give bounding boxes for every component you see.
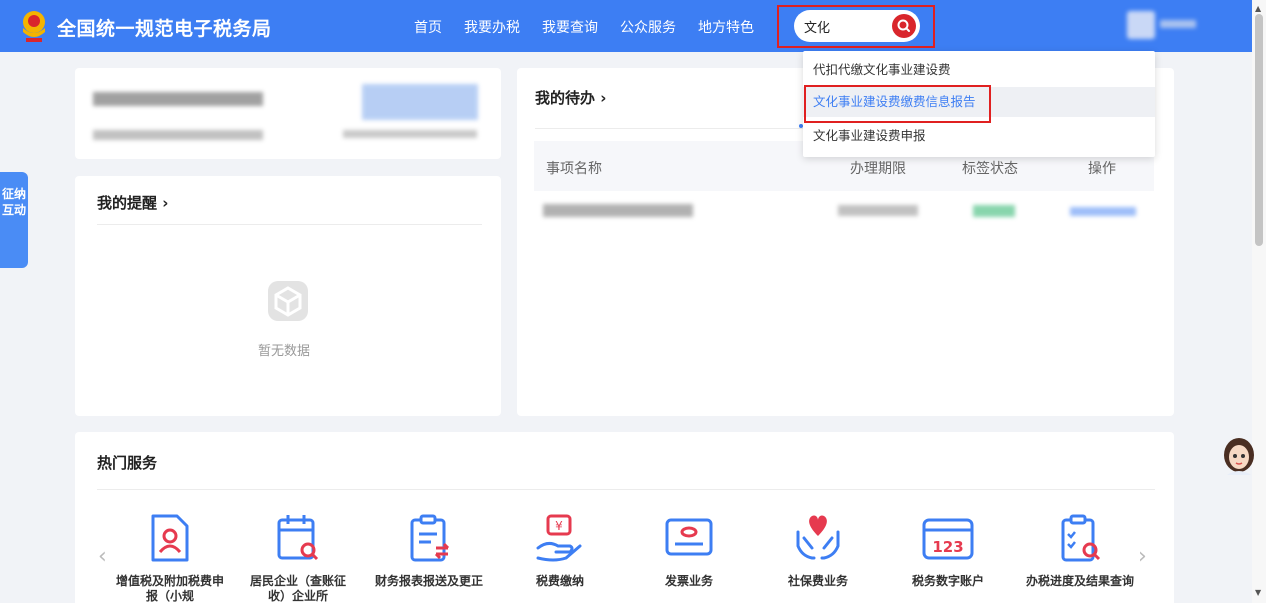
site-title[interactable]: 全国统一规范电子税务局 bbox=[57, 14, 272, 41]
reminders-title[interactable]: 我的提醒 › bbox=[97, 192, 168, 213]
suggestion-item[interactable]: 文化事业建设费申报 bbox=[803, 121, 1155, 151]
nav-query[interactable]: 我要查询 bbox=[542, 17, 598, 37]
org-badge-blurred bbox=[362, 84, 478, 120]
invoice-icon bbox=[665, 518, 713, 556]
user-name[interactable] bbox=[1160, 20, 1196, 28]
main-nav: 首页 我要办税 我要查询 公众服务 地方特色 bbox=[414, 17, 776, 37]
nav-local-features[interactable]: 地方特色 bbox=[698, 17, 754, 37]
carousel-prev-icon[interactable]: ‹ bbox=[98, 544, 107, 569]
clipboard-transfer-icon bbox=[410, 514, 450, 562]
reminders-divider bbox=[97, 224, 482, 225]
digital-account-icon: 123 bbox=[922, 518, 974, 560]
todo-title[interactable]: 我的待办 › bbox=[535, 87, 606, 108]
org-name-blurred bbox=[93, 92, 263, 106]
org-id-blurred bbox=[93, 130, 263, 140]
service-invoice[interactable]: 发票业务 bbox=[634, 512, 744, 589]
nav-tax-handling[interactable]: 我要办税 bbox=[464, 17, 520, 37]
row-item-blurred[interactable] bbox=[543, 204, 693, 217]
empty-box-icon bbox=[268, 281, 308, 321]
search-highlight-box bbox=[777, 5, 935, 48]
user-avatar[interactable] bbox=[1127, 11, 1155, 39]
col-deadline: 办理期限 bbox=[850, 161, 906, 177]
col-tag-status: 标签状态 bbox=[962, 161, 1018, 177]
service-label: 办税进度及结果查询 bbox=[1025, 574, 1134, 588]
org-role-blurred bbox=[343, 130, 477, 138]
service-financial-reports[interactable]: 财务报表报送及更正 bbox=[374, 512, 484, 589]
scroll-thumb[interactable] bbox=[1255, 14, 1263, 246]
hot-services-divider bbox=[97, 489, 1155, 490]
hand-yuan-icon: ¥ bbox=[536, 514, 582, 562]
nav-public-service[interactable]: 公众服务 bbox=[620, 17, 676, 37]
org-info-card bbox=[75, 68, 501, 159]
calendar-search-icon bbox=[277, 515, 319, 561]
suggestion-item[interactable]: 代扣代缴文化事业建设费 bbox=[803, 55, 1155, 85]
page-scrollbar[interactable]: ▲ ▼ bbox=[1252, 0, 1266, 603]
empty-state-text: 暂无数据 bbox=[258, 344, 311, 359]
suggestion-highlight-box bbox=[804, 85, 991, 123]
col-item-name: 事项名称 bbox=[546, 161, 602, 177]
checklist-search-icon bbox=[1061, 514, 1101, 562]
service-social-insurance[interactable]: 社保费业务 bbox=[763, 512, 873, 589]
carousel-next-icon[interactable]: › bbox=[1138, 544, 1147, 569]
heart-hands-icon bbox=[796, 515, 840, 560]
nav-home[interactable]: 首页 bbox=[414, 17, 442, 37]
todo-title-label: 我的待办 bbox=[535, 89, 596, 107]
col-action: 操作 bbox=[1088, 161, 1116, 177]
hot-services-title: 热门服务 bbox=[97, 454, 158, 472]
service-progress-query[interactable]: 办税进度及结果查询 bbox=[1025, 512, 1135, 589]
assistant-avatar-icon[interactable] bbox=[1221, 435, 1257, 477]
service-label: 税费缴纳 bbox=[535, 574, 584, 588]
tax-emblem-icon bbox=[23, 11, 45, 42]
service-label: 增值税及附加税费申报（小规 bbox=[115, 574, 224, 603]
service-label: 财务报表报送及更正 bbox=[374, 574, 483, 588]
service-corporate-income-tax[interactable]: 居民企业（查账征收）企业所 bbox=[243, 512, 353, 603]
service-label: 税务数字账户 bbox=[911, 574, 984, 588]
service-label: 社保费业务 bbox=[787, 574, 848, 588]
scroll-up-icon[interactable]: ▲ bbox=[1255, 4, 1261, 13]
top-header: 全国统一规范电子税务局 首页 我要办税 我要查询 公众服务 地方特色 bbox=[0, 0, 1252, 52]
row-action-blurred[interactable] bbox=[1070, 207, 1136, 216]
service-tax-payment[interactable]: ¥ 税费缴纳 bbox=[505, 512, 615, 589]
row-status-blurred bbox=[973, 205, 1015, 217]
row-deadline-blurred bbox=[838, 205, 918, 216]
service-label: 居民企业（查账征收）企业所 bbox=[249, 574, 346, 603]
service-digital-account[interactable]: 123 税务数字账户 bbox=[893, 512, 1003, 589]
interaction-side-tab[interactable]: 征纳互动 bbox=[0, 172, 28, 268]
service-vat-filing[interactable]: 增值税及附加税费申报（小规 bbox=[115, 512, 225, 603]
user-document-icon bbox=[151, 514, 189, 562]
service-label: 发票业务 bbox=[664, 574, 713, 588]
hot-services-card bbox=[75, 432, 1174, 603]
reminders-title-label: 我的提醒 bbox=[97, 194, 158, 212]
svg-text:123: 123 bbox=[932, 538, 963, 556]
scroll-down-icon[interactable]: ▼ bbox=[1255, 588, 1261, 597]
svg-text:¥: ¥ bbox=[555, 519, 563, 533]
